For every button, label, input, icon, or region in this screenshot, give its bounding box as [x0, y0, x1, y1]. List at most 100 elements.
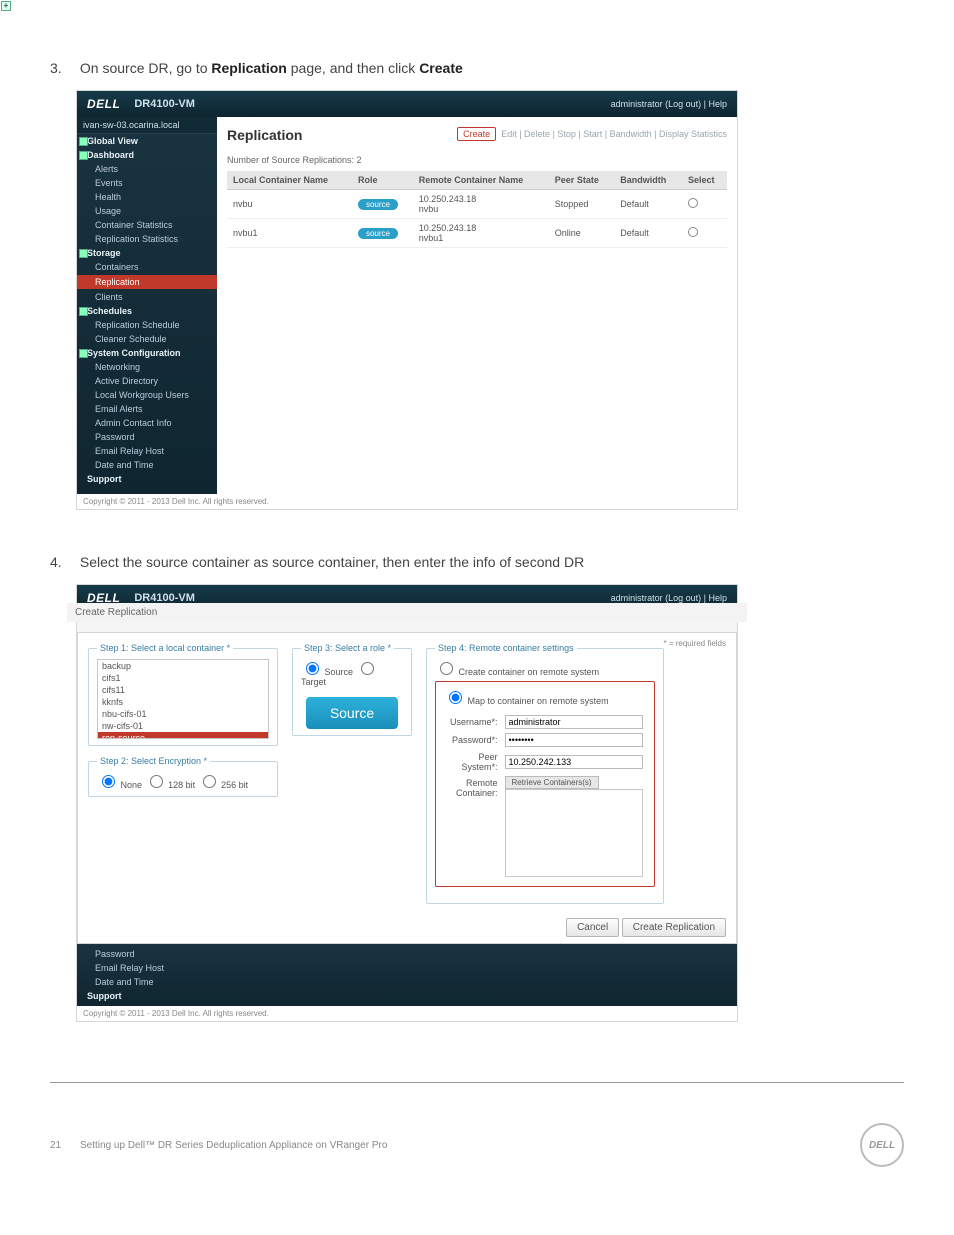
nav-email-relay[interactable]: Email Relay Host — [77, 961, 737, 975]
nav-date-time[interactable]: Date and Time — [77, 975, 737, 989]
action-links[interactable]: Edit | Delete | Stop | Start | Bandwidth… — [501, 129, 727, 139]
nav-containers[interactable]: Containers — [77, 260, 217, 274]
cell-peer: Online — [549, 219, 614, 248]
cell-remote: 10.250.243.18nvbu1 — [413, 219, 549, 248]
nav-date-time[interactable]: Date and Time — [77, 458, 217, 472]
step1-fieldset: Step 1: Select a local container * backu… — [88, 643, 278, 746]
replication-table: Local Container Name Role Remote Contain… — [227, 171, 727, 248]
header-user[interactable]: administrator (Log out) | Help — [611, 99, 727, 109]
enc-none[interactable]: None — [97, 780, 142, 790]
label-password: Password*: — [446, 732, 502, 748]
col-local: Local Container Name — [227, 171, 352, 190]
nav-events[interactable]: Events — [77, 176, 217, 190]
page-number: 21 — [50, 1140, 80, 1151]
remote-container-list[interactable] — [505, 789, 643, 877]
col-remote: Remote Container Name — [413, 171, 549, 190]
list-item[interactable]: nw-cifs-01 — [98, 720, 268, 732]
required-note: * = required fields — [664, 639, 726, 648]
password-field[interactable] — [505, 733, 643, 747]
cell-peer: Stopped — [549, 190, 614, 219]
dell-logo: DELL — [87, 591, 120, 605]
nav-replication[interactable]: Replication — [77, 275, 217, 289]
nav-support[interactable]: Support — [77, 989, 737, 1003]
action-bar: Create Edit | Delete | Stop | Start | Ba… — [457, 129, 727, 139]
step4-caption: 4. Select the source container as source… — [50, 554, 904, 570]
page-footer: 21 Setting up Dell™ DR Series Deduplicat… — [50, 1123, 904, 1167]
list-item[interactable]: backup — [98, 660, 268, 672]
opt-create-remote[interactable]: Create container on remote system — [435, 667, 599, 677]
nav-password[interactable]: Password — [77, 947, 737, 961]
step3-text-a: On source DR, go to — [80, 60, 212, 76]
step3-text-b: page, and then click — [287, 60, 419, 76]
product-name: DR4100-VM — [134, 592, 195, 604]
select-radio[interactable] — [688, 198, 698, 208]
list-item[interactable]: cifs1 — [98, 672, 268, 684]
label-remote-container: Remote Container: — [446, 776, 502, 878]
nav-clients[interactable]: Clients — [77, 290, 217, 304]
nav-sys-config[interactable]: System Configuration — [77, 346, 217, 360]
panel-title: Create Replication — [67, 603, 747, 622]
nav-usage[interactable]: Usage — [77, 204, 217, 218]
step4-num: 4. — [50, 554, 76, 570]
footer-rule — [50, 1082, 904, 1083]
step3-bold-a: Replication — [211, 60, 286, 76]
copyright-2: Copyright © 2011 - 2013 Dell Inc. All ri… — [77, 1006, 737, 1021]
nav-support[interactable]: Support — [77, 472, 217, 486]
role-indicator: Source — [306, 697, 398, 729]
list-item[interactable]: nbu-cifs-01 — [98, 708, 268, 720]
role-pill: source — [358, 228, 398, 239]
cell-local: nvbu1 — [227, 219, 352, 248]
list-item-selected[interactable]: rep-source — [98, 732, 268, 739]
create-button[interactable]: Create — [457, 127, 496, 141]
header-user[interactable]: administrator (Log out) | Help — [611, 593, 727, 603]
local-container-list[interactable]: backup cifs1 cifs11 kknfs nbu-cifs-01 nw… — [97, 659, 269, 739]
step4-fieldset: Step 4: Remote container settings Create… — [426, 643, 664, 904]
username-field[interactable] — [505, 715, 643, 729]
main-area: Replication Create Edit | Delete | Stop … — [217, 117, 737, 494]
nav-password[interactable]: Password — [77, 430, 217, 444]
cancel-button[interactable]: Cancel — [566, 918, 619, 937]
step3-fieldset: Step 3: Select a role * Source Target So… — [292, 643, 412, 736]
peer-system-field[interactable] — [505, 755, 643, 769]
nav-alerts[interactable]: Alerts — [77, 162, 217, 176]
step4-legend: Step 4: Remote container settings — [435, 643, 577, 653]
nav-replication-stats[interactable]: Replication Statistics — [77, 232, 217, 246]
nav-storage[interactable]: Storage — [77, 246, 217, 260]
nav-schedules[interactable]: Schedules — [77, 304, 217, 318]
nav-admin-contact[interactable]: Admin Contact Info — [77, 416, 217, 430]
page-title: Replication — [227, 127, 302, 143]
nav-active-directory[interactable]: Active Directory — [77, 374, 217, 388]
label-peer: Peer System*: — [446, 750, 502, 774]
replication-count: Number of Source Replications: 2 — [227, 155, 727, 165]
map-option-box: Map to container on remote system Userna… — [435, 681, 655, 887]
nav-container-stats[interactable]: Container Statistics — [77, 218, 217, 232]
host-selector[interactable]: ivan-sw-03.ocarina.local — [77, 117, 217, 134]
nav-networking[interactable]: Networking — [77, 360, 217, 374]
step2-legend: Step 2: Select Encryption * — [97, 756, 210, 766]
screenshot-1: DELL DR4100-VM administrator (Log out) |… — [76, 90, 738, 510]
opt-map-remote[interactable]: Map to container on remote system — [444, 696, 609, 706]
create-replication-button[interactable]: Create Replication — [622, 918, 726, 937]
nav-global-view[interactable]: Global View — [77, 134, 217, 148]
nav-local-workgroup[interactable]: Local Workgroup Users — [77, 388, 217, 402]
enc-128[interactable]: 128 bit — [145, 780, 196, 790]
nav-email-alerts[interactable]: Email Alerts — [77, 402, 217, 416]
app-header: DELL DR4100-VM administrator (Log out) |… — [77, 91, 737, 117]
step3-legend: Step 3: Select a role * — [301, 643, 394, 653]
sidebar-partial: Password Email Relay Host Date and Time … — [77, 944, 737, 1006]
enc-256[interactable]: 256 bit — [198, 780, 249, 790]
select-radio[interactable] — [688, 227, 698, 237]
table-row: nvbu source 10.250.243.18nvbu Stopped De… — [227, 190, 727, 219]
nav-email-relay[interactable]: Email Relay Host — [77, 444, 217, 458]
nav-health[interactable]: Health — [77, 190, 217, 204]
screenshot-2: DELL DR4100-VM administrator (Log out) |… — [76, 584, 738, 1022]
list-item[interactable]: cifs11 — [98, 684, 268, 696]
nav-dashboard[interactable]: Dashboard — [77, 148, 217, 162]
role-source[interactable]: Source — [301, 667, 353, 677]
nav-replication-schedule[interactable]: Replication Schedule — [77, 318, 217, 332]
list-item[interactable]: kknfs — [98, 696, 268, 708]
retrieve-containers-button[interactable]: Retrieve Containers(s) — [505, 776, 599, 789]
sidebar: ivan-sw-03.ocarina.local Global View Das… — [77, 117, 217, 494]
nav-cleaner-schedule[interactable]: Cleaner Schedule — [77, 332, 217, 346]
role-pill: source — [358, 199, 398, 210]
